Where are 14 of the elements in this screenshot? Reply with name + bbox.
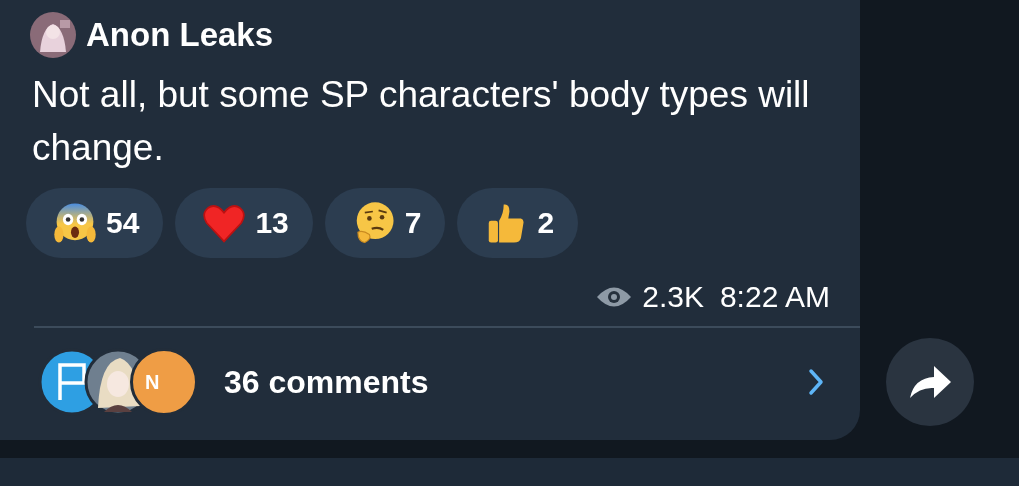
reaction-button[interactable]: 13	[175, 188, 313, 258]
chevron-right-icon	[808, 368, 824, 396]
message-time: 8:22 AM	[719, 280, 830, 314]
share-arrow-icon	[908, 364, 952, 400]
message-text: Not all, but some SP characters' body types will change.	[32, 73, 811, 170]
reaction-button[interactable]: 7	[324, 188, 446, 258]
user-avatar: N	[130, 348, 198, 416]
reaction-button[interactable]: 54	[26, 188, 164, 258]
views-icon	[596, 286, 633, 308]
channel-avatar[interactable]	[30, 12, 76, 58]
channel-name[interactable]: Anon Leaks	[86, 16, 274, 54]
reaction-button[interactable]: 2	[457, 188, 579, 258]
view-count: 2.3K	[642, 280, 704, 314]
comments-link[interactable]: N 36 comments	[0, 328, 860, 416]
